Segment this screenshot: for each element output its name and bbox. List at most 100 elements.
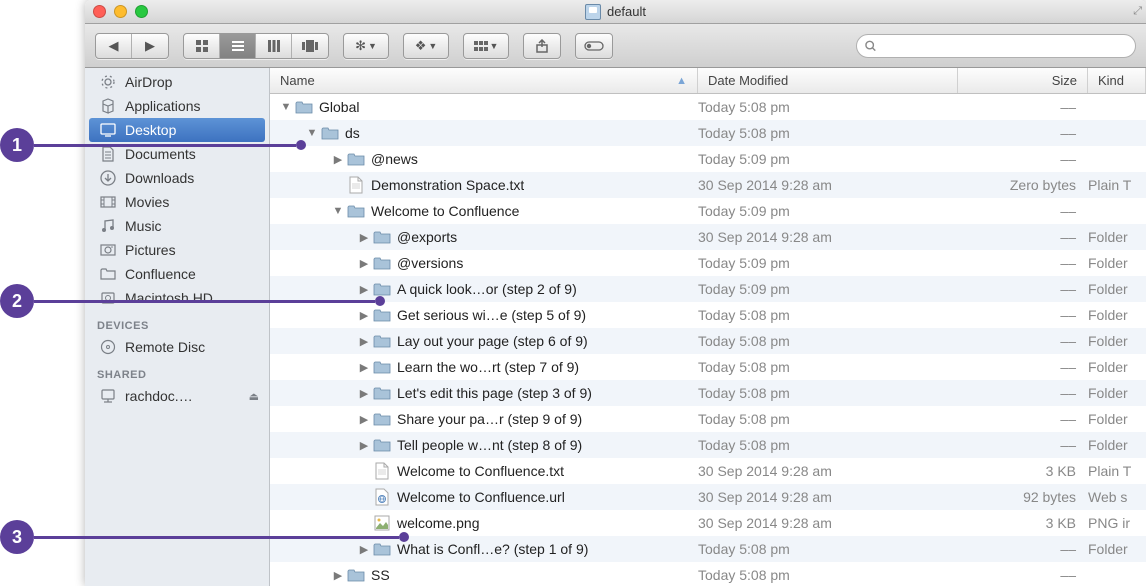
file-size: 3 KB xyxy=(958,463,1088,479)
column-date-header[interactable]: Date Modified xyxy=(698,68,958,93)
sidebar-item-downloads[interactable]: Downloads xyxy=(85,166,269,190)
table-row[interactable]: ▶ Tell people w…nt (step 8 of 9) Today 5… xyxy=(270,432,1146,458)
dropbox-menu[interactable]: ❖ ▼ xyxy=(403,33,449,59)
file-date: 30 Sep 2014 9:28 am xyxy=(698,515,958,531)
back-button[interactable]: ◀ xyxy=(96,34,132,58)
table-row[interactable]: Demonstration Space.txt 30 Sep 2014 9:28… xyxy=(270,172,1146,198)
tags-button[interactable] xyxy=(575,33,613,59)
forward-button[interactable]: ▶ xyxy=(132,34,168,58)
table-row[interactable]: ▶ @news Today 5:09 pm –– xyxy=(270,146,1146,172)
disclosure-open-icon[interactable]: ▼ xyxy=(332,205,344,217)
eject-icon[interactable]: ⏏ xyxy=(249,390,259,403)
file-icon xyxy=(373,462,391,480)
callout-line xyxy=(34,536,399,539)
table-row[interactable]: ▶ Get serious wi…e (step 5 of 9) Today 5… xyxy=(270,302,1146,328)
downloads-icon xyxy=(99,169,117,187)
column-view-button[interactable] xyxy=(256,34,292,58)
nav-back-forward: ◀ ▶ xyxy=(95,33,169,59)
column-name-header[interactable]: Name▲ xyxy=(270,68,698,93)
table-row[interactable]: ▶ Let's edit this page (step 3 of 9) Tod… xyxy=(270,380,1146,406)
sidebar-item-label: Downloads xyxy=(125,170,194,186)
file-kind: Folder xyxy=(1088,411,1146,427)
sidebar-item-applications[interactable]: Applications xyxy=(85,94,269,118)
file-size: 3 KB xyxy=(958,515,1088,531)
sidebar-item-confluence[interactable]: Confluence xyxy=(85,262,269,286)
table-row[interactable]: ▶ SS Today 5:08 pm –– xyxy=(270,562,1146,586)
annotation-callout-2: 2 xyxy=(0,284,385,318)
column-size-header[interactable]: Size xyxy=(958,68,1088,93)
table-row[interactable]: ▶ @exports 30 Sep 2014 9:28 am –– Folder xyxy=(270,224,1146,250)
folder-icon xyxy=(373,332,391,350)
airdrop-icon xyxy=(99,73,117,91)
callout-endpoint xyxy=(375,296,385,306)
disclosure-closed-icon[interactable]: ▶ xyxy=(358,361,370,374)
disclosure-open-icon[interactable]: ▼ xyxy=(306,127,318,139)
applications-icon xyxy=(99,97,117,115)
file-size: –– xyxy=(958,203,1088,219)
sidebar-item-rachdoc-[interactable]: rachdoc.…⏏ xyxy=(85,384,269,408)
file-kind: Folder xyxy=(1088,229,1146,245)
list-view-button[interactable] xyxy=(220,34,256,58)
table-row[interactable]: ▼ Welcome to Confluence Today 5:09 pm –– xyxy=(270,198,1146,224)
file-name: SS xyxy=(371,567,390,583)
table-row[interactable]: Welcome to Confluence.txt 30 Sep 2014 9:… xyxy=(270,458,1146,484)
action-menu[interactable]: ✻ ▼ xyxy=(343,33,389,59)
coverflow-view-button[interactable] xyxy=(292,34,328,58)
file-size: –– xyxy=(958,333,1088,349)
file-date: Today 5:08 pm xyxy=(698,411,958,427)
gear-icon[interactable]: ✻ ▼ xyxy=(344,34,388,58)
disclosure-closed-icon[interactable]: ▶ xyxy=(358,439,370,452)
disclosure-closed-icon[interactable]: ▶ xyxy=(332,153,344,166)
table-row[interactable]: ▼ Global Today 5:08 pm –– xyxy=(270,94,1146,120)
icon-view-button[interactable] xyxy=(184,34,220,58)
file-kind: Web s xyxy=(1088,489,1146,505)
arrange-icon[interactable]: ▼ xyxy=(464,34,508,58)
folder-icon xyxy=(347,150,365,168)
file-size: Zero bytes xyxy=(958,177,1088,193)
table-row[interactable]: ▶ @versions Today 5:09 pm –– Folder xyxy=(270,250,1146,276)
dropbox-icon[interactable]: ❖ ▼ xyxy=(404,34,448,58)
zoom-icon[interactable] xyxy=(135,5,148,18)
disclosure-closed-icon[interactable]: ▶ xyxy=(358,413,370,426)
minimize-icon[interactable] xyxy=(114,5,127,18)
tags-icon[interactable] xyxy=(576,34,612,58)
share-button[interactable] xyxy=(523,33,561,59)
file-kind: Folder xyxy=(1088,359,1146,375)
file-list[interactable]: Name▲ Date Modified Size Kind ▼ Global T… xyxy=(270,68,1146,586)
file-date: Today 5:09 pm xyxy=(698,203,958,219)
table-row[interactable]: ▶ Lay out your page (step 6 of 9) Today … xyxy=(270,328,1146,354)
file-name: Learn the wo…rt (step 7 of 9) xyxy=(397,359,579,375)
table-row[interactable]: Welcome to Confluence.url 30 Sep 2014 9:… xyxy=(270,484,1146,510)
file-name: Welcome to Confluence.txt xyxy=(397,463,564,479)
column-kind-header[interactable]: Kind xyxy=(1088,68,1146,93)
arrange-menu[interactable]: ▼ xyxy=(463,33,509,59)
disclosure-open-icon[interactable]: ▼ xyxy=(280,101,292,113)
search-field[interactable] xyxy=(856,34,1136,58)
file-name: ds xyxy=(345,125,360,141)
file-size: –– xyxy=(958,411,1088,427)
share-icon[interactable] xyxy=(524,34,560,58)
sidebar-item-music[interactable]: Music xyxy=(85,214,269,238)
disclosure-closed-icon[interactable]: ▶ xyxy=(358,387,370,400)
file-kind: PNG ir xyxy=(1088,515,1146,531)
sidebar-item-label: AirDrop xyxy=(125,74,172,90)
disclosure-closed-icon[interactable]: ▶ xyxy=(358,231,370,244)
sidebar-item-airdrop[interactable]: AirDrop xyxy=(85,70,269,94)
file-date: Today 5:08 pm xyxy=(698,307,958,323)
titlebar[interactable]: default ⤢ xyxy=(85,0,1146,24)
file-date: Today 5:08 pm xyxy=(698,385,958,401)
disclosure-closed-icon[interactable]: ▶ xyxy=(358,335,370,348)
close-icon[interactable] xyxy=(93,5,106,18)
table-row[interactable]: ▶ Share your pa…r (step 9 of 9) Today 5:… xyxy=(270,406,1146,432)
table-row[interactable]: ▶ A quick look…or (step 2 of 9) Today 5:… xyxy=(270,276,1146,302)
sidebar-item-movies[interactable]: Movies xyxy=(85,190,269,214)
sidebar-item-pictures[interactable]: Pictures xyxy=(85,238,269,262)
folder-icon xyxy=(373,410,391,428)
search-input[interactable] xyxy=(882,39,1127,53)
disclosure-closed-icon[interactable]: ▶ xyxy=(358,257,370,270)
resize-handle-icon[interactable]: ⤢ xyxy=(1133,5,1142,18)
disclosure-closed-icon[interactable]: ▶ xyxy=(332,569,344,582)
table-row[interactable]: ▼ ds Today 5:08 pm –– xyxy=(270,120,1146,146)
table-row[interactable]: ▶ Learn the wo…rt (step 7 of 9) Today 5:… xyxy=(270,354,1146,380)
sidebar-item-remote-disc[interactable]: Remote Disc xyxy=(85,335,269,359)
